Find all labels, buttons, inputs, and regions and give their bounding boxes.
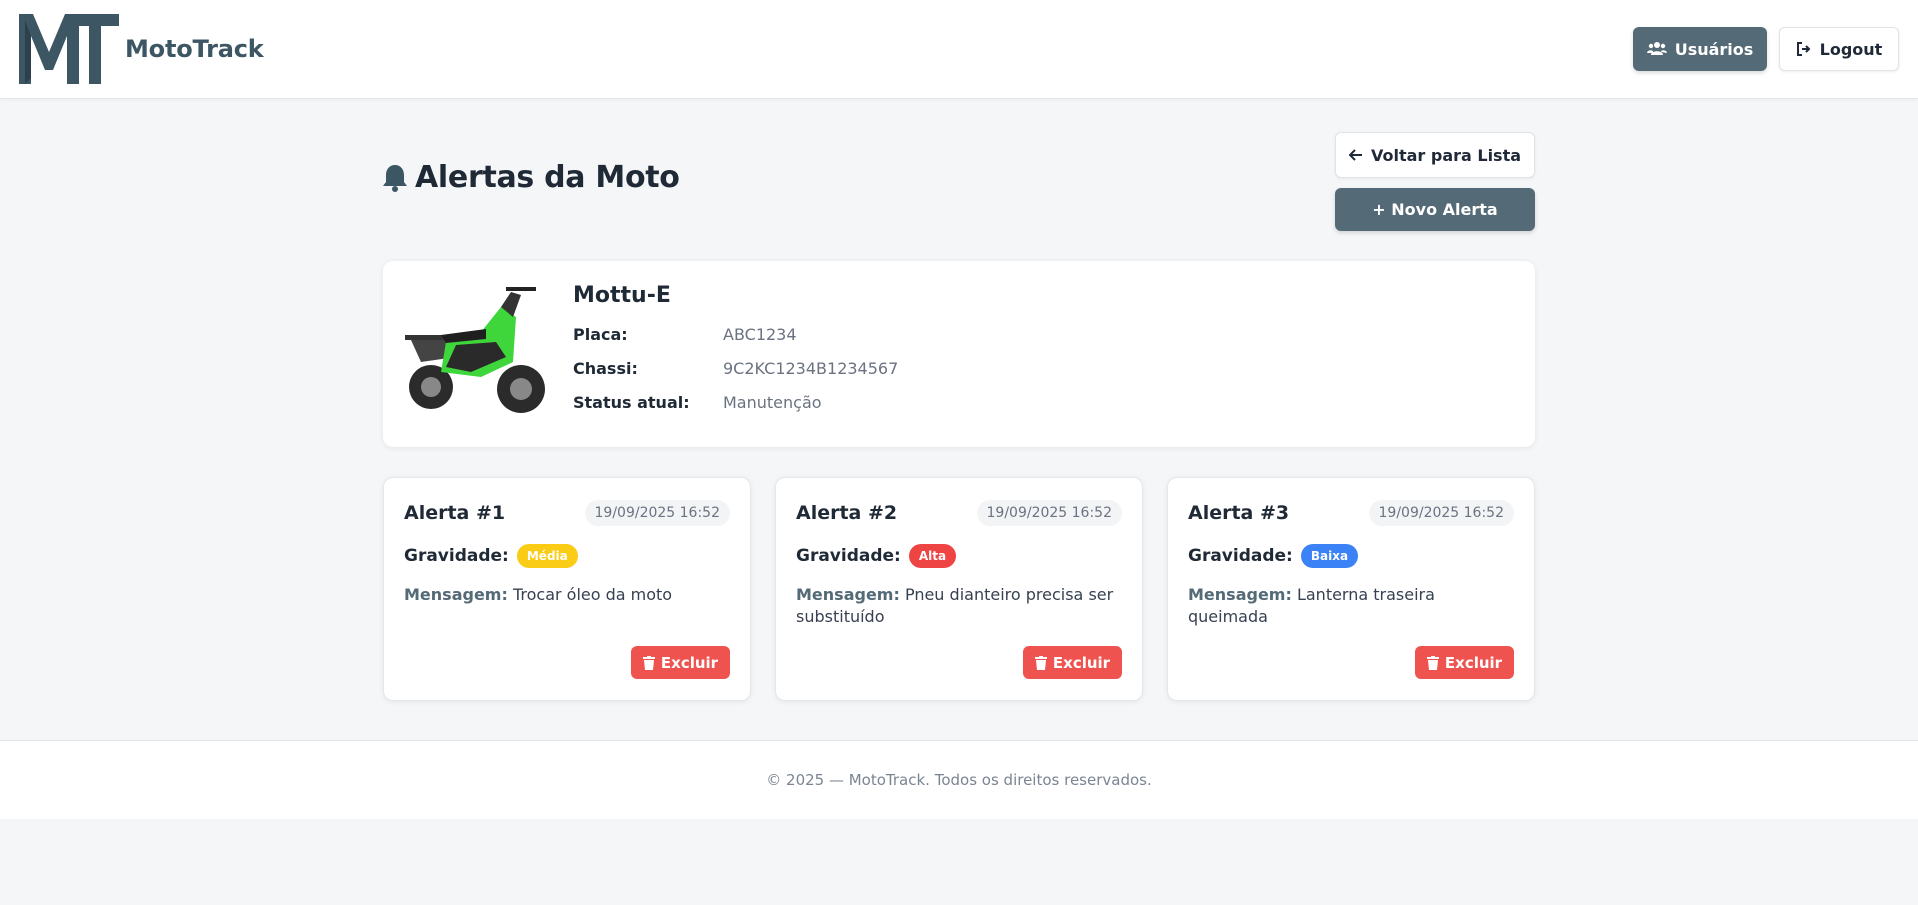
severity-badge: Baixa	[1300, 544, 1359, 568]
alert-severity: Gravidade: Alta	[796, 544, 957, 568]
severity-label: Gravidade:	[1188, 546, 1293, 566]
chassi-value: 9C2KC1234B1234567	[723, 358, 899, 378]
motorcycle-image	[405, 287, 545, 413]
arrow-left-icon	[1348, 149, 1362, 161]
back-to-list-button[interactable]: Voltar para Lista	[1335, 132, 1535, 178]
message-label: Mensagem:	[796, 585, 900, 604]
delete-label: Excluir	[660, 653, 719, 672]
logout-button-label: Logout	[1819, 39, 1883, 59]
back-button-label: Voltar para Lista	[1370, 145, 1522, 165]
users-icon	[1646, 42, 1667, 55]
alert-severity: Gravidade: Média	[404, 544, 578, 568]
alert-message: Mensagem: Pneu dianteiro precisa ser sub…	[796, 584, 1126, 628]
alert-card: Alerta #1 19/09/2025 16:52 Gravidade: Mé…	[383, 477, 751, 701]
mt-logo-icon	[19, 14, 119, 84]
severity-badge: Média	[516, 544, 578, 568]
status-value: Manutenção	[723, 392, 822, 412]
trash-icon	[1426, 655, 1439, 670]
logout-button[interactable]: Logout	[1779, 27, 1899, 71]
placa-value: ABC1234	[723, 324, 797, 344]
brand[interactable]: MotoTrack	[19, 14, 264, 84]
status-label: Status atual:	[573, 392, 690, 412]
info-row-status: Status atual: Manutenção	[573, 385, 898, 419]
bell-icon	[383, 164, 407, 192]
severity-badge: Alta	[908, 544, 957, 568]
severity-label: Gravidade:	[404, 546, 509, 566]
placa-label: Placa:	[573, 324, 628, 344]
alert-title: Alerta #2	[796, 502, 898, 524]
message-text: Trocar óleo da moto	[512, 585, 673, 604]
delete-button[interactable]: Excluir	[1023, 646, 1122, 679]
alert-title: Alerta #3	[1188, 502, 1290, 524]
alert-date: 19/09/2025 16:52	[584, 500, 730, 526]
new-alert-button[interactable]: + Novo Alerta	[1335, 188, 1535, 231]
alert-message: Mensagem: Lanterna traseira queimada	[1188, 584, 1518, 628]
message-label: Mensagem:	[1188, 585, 1292, 604]
footer: © 2025 — MotoTrack. Todos os direitos re…	[0, 740, 1918, 819]
chassi-label: Chassi:	[573, 358, 638, 378]
delete-label: Excluir	[1444, 653, 1503, 672]
severity-label: Gravidade:	[796, 546, 901, 566]
alert-severity: Gravidade: Baixa	[1188, 544, 1359, 568]
moto-info: Mottu-E Placa: ABC1234 Chassi: 9C2KC1234…	[573, 283, 898, 419]
trash-icon	[642, 655, 655, 670]
alert-date: 19/09/2025 16:52	[1368, 500, 1514, 526]
navbar: MotoTrack Usuários Logout	[0, 0, 1918, 99]
users-button[interactable]: Usuários	[1633, 27, 1767, 71]
new-alert-label: + Novo Alerta	[1372, 200, 1498, 219]
users-button-label: Usuários	[1674, 39, 1754, 59]
alert-title: Alerta #1	[404, 502, 506, 524]
trash-icon	[1034, 655, 1047, 670]
footer-text: © 2025 — MotoTrack. Todos os direitos re…	[766, 771, 1152, 789]
delete-button[interactable]: Excluir	[1415, 646, 1514, 679]
moto-name: Mottu-E	[573, 283, 671, 308]
alert-card: Alerta #3 19/09/2025 16:52 Gravidade: Ba…	[1167, 477, 1535, 701]
brand-name: MotoTrack	[125, 35, 264, 63]
page-title: Alertas da Moto	[381, 160, 680, 195]
logout-icon	[1796, 42, 1811, 56]
delete-label: Excluir	[1052, 653, 1111, 672]
delete-button[interactable]: Excluir	[631, 646, 730, 679]
page-heading: Alertas da Moto	[415, 160, 680, 195]
alert-date: 19/09/2025 16:52	[976, 500, 1122, 526]
alert-card: Alerta #2 19/09/2025 16:52 Gravidade: Al…	[775, 477, 1143, 701]
alert-message: Mensagem: Trocar óleo da moto	[404, 584, 734, 606]
message-label: Mensagem:	[404, 585, 508, 604]
moto-card: Mottu-E Placa: ABC1234 Chassi: 9C2KC1234…	[383, 261, 1535, 447]
info-row-placa: Placa: ABC1234	[573, 317, 898, 351]
info-row-chassi: Chassi: 9C2KC1234B1234567	[573, 351, 898, 385]
